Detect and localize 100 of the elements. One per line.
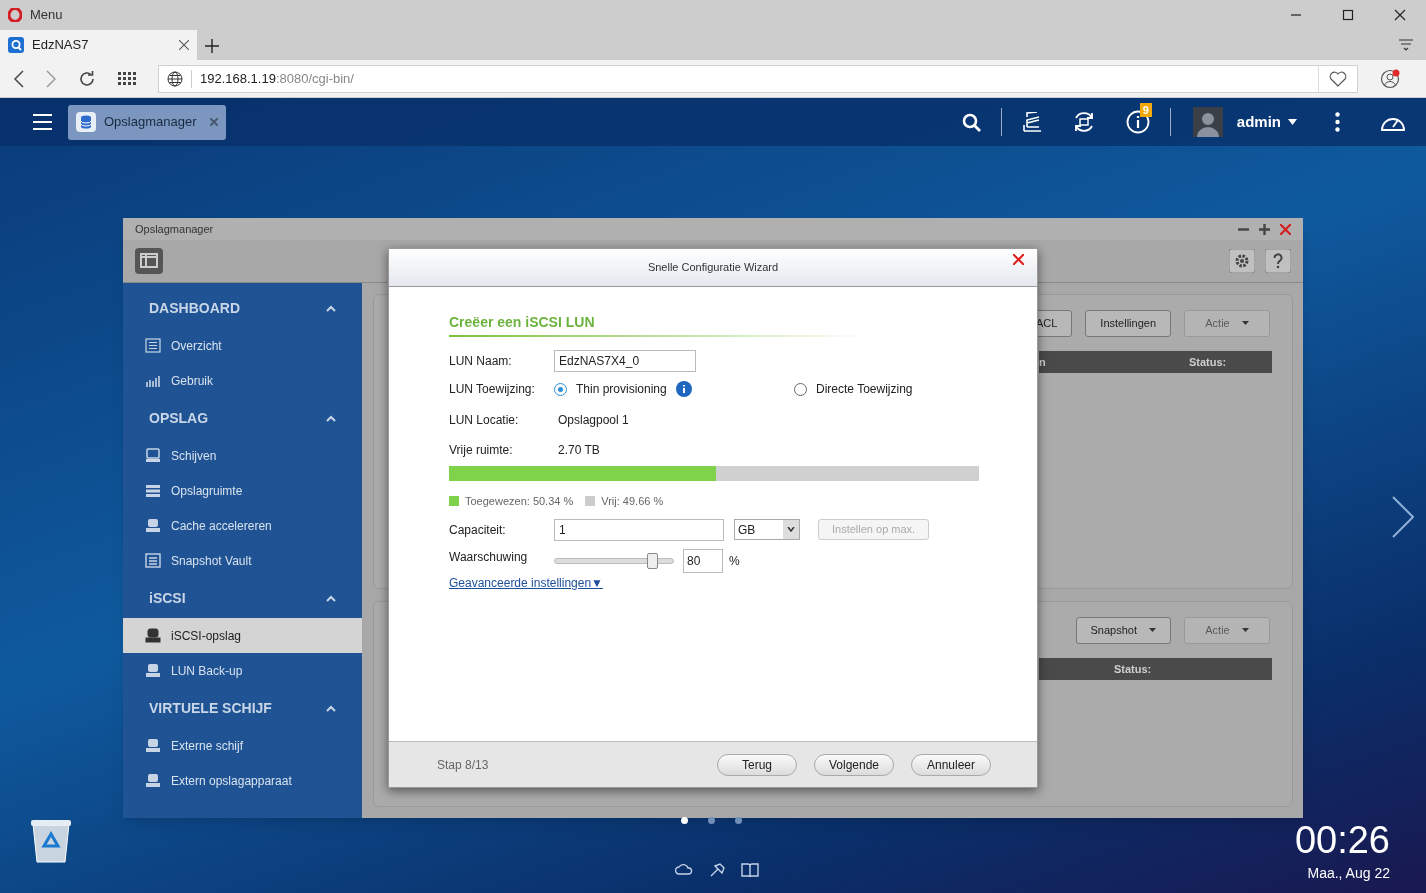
item-icon [145, 628, 161, 643]
slider-thumb[interactable] [647, 552, 659, 569]
chevron-icon[interactable] [326, 414, 336, 422]
maximize-icon[interactable] [1259, 223, 1270, 235]
help-icon[interactable] [1265, 249, 1291, 273]
close-icon[interactable] [1013, 254, 1024, 265]
cloud-icon[interactable] [675, 863, 693, 875]
dialog-button[interactable]: Annuleer [911, 753, 991, 776]
more-icon[interactable] [1335, 112, 1340, 132]
close-icon[interactable] [179, 40, 189, 50]
dialog-button[interactable]: Terug [717, 753, 797, 776]
caret-icon[interactable] [1288, 119, 1297, 125]
reload-icon[interactable] [78, 69, 96, 88]
section-heading: OPSLAG [149, 408, 210, 428]
database-icon [76, 112, 96, 132]
url-text: 192.168.1.19:8080/cgi-bin/ [200, 69, 354, 88]
field-label: Waarschuwing [449, 548, 529, 566]
field-label: Capaciteit: [449, 521, 507, 539]
back-icon[interactable] [14, 69, 24, 88]
item-icon [145, 338, 161, 353]
sidebar-item[interactable]: iSCSI-opslag [123, 618, 362, 653]
menu-label[interactable]: Menu [30, 5, 63, 25]
caret-icon [787, 527, 795, 532]
location-value: Opslagpool 1 [558, 412, 629, 429]
heart-icon[interactable] [1329, 70, 1347, 87]
maximize-icon[interactable] [1342, 9, 1354, 21]
input-field[interactable]: 1 [554, 518, 724, 541]
browser-tab[interactable]: EdzNAS7 [0, 30, 197, 60]
item-icon [145, 553, 161, 568]
user-menu[interactable]: admin [1236, 110, 1281, 134]
column-header: Status: [1189, 354, 1227, 370]
sidebar-item[interactable]: Extern opslagapparaat [123, 763, 362, 798]
step-label: Stap 8/13 [437, 756, 490, 774]
next-page-icon[interactable] [1392, 496, 1414, 538]
column-header: n [1039, 354, 1047, 370]
chevron-icon[interactable] [326, 704, 336, 712]
speed-dial-icon[interactable] [118, 71, 136, 86]
notification-badge: 9 [1139, 103, 1152, 117]
sidebar-item[interactable]: Cache accelereren [123, 508, 362, 543]
unit-dropdown[interactable]: GB [734, 519, 800, 540]
stack-icon[interactable] [1021, 112, 1042, 132]
item-icon [145, 663, 161, 678]
window-title: Opslagmanager [135, 221, 214, 237]
layout-toggle-icon[interactable] [135, 248, 163, 274]
menu-icon[interactable] [33, 114, 52, 130]
hammer-icon[interactable] [709, 863, 725, 877]
forward-icon[interactable] [46, 69, 56, 88]
item-icon [145, 738, 161, 753]
tab-title: EdzNAS7 [32, 36, 90, 55]
input-field[interactable]: EdzNAS7X4_0 [554, 350, 696, 372]
sidebar-item[interactable]: Opslagruimte [123, 473, 362, 508]
item-icon [145, 518, 161, 533]
date-label: Maa., Aug 22 [1307, 864, 1390, 883]
slider[interactable] [554, 552, 674, 569]
sidebar-item[interactable]: LUN Back-up [123, 653, 362, 688]
column-header: Status: [1114, 661, 1152, 677]
legend-label: Toegewezen: 50.34 % [465, 494, 574, 509]
browser-logo-icon[interactable] [8, 8, 22, 22]
tab-favicon-icon [8, 37, 24, 53]
clock: 00:26 [1294, 820, 1390, 860]
toolbar-button[interactable]: Snapshot [1075, 616, 1171, 644]
address-field[interactable]: 192.168.1.19:8080/cgi-bin/ [158, 64, 1358, 93]
field-label: LUN Locatie: [449, 412, 520, 429]
sidebar-item[interactable]: Gebruik [123, 363, 362, 398]
sidebar-item[interactable]: Overzicht [123, 328, 362, 363]
toolbar-button[interactable]: Instellingen [1085, 309, 1171, 337]
advanced-settings-link[interactable]: Geavanceerde instellingen▼ [449, 573, 603, 592]
book-icon[interactable] [741, 863, 759, 877]
settings-icon[interactable] [1229, 249, 1255, 273]
app-tab-label: Opslagmanager [104, 113, 198, 132]
sidebar-item[interactable]: Schijven [123, 438, 362, 473]
chevron-icon[interactable] [326, 304, 336, 312]
field-label: Vrije ruimte: [449, 442, 514, 459]
chevron-icon[interactable] [326, 594, 336, 602]
sidebar-item[interactable]: Externe schijf [123, 728, 362, 763]
input-field[interactable]: 80 [683, 548, 723, 573]
info-icon[interactable] [675, 381, 692, 397]
new-tab-icon[interactable] [205, 39, 219, 53]
app-tab[interactable]: Opslagmanager [68, 104, 226, 140]
section-heading: iSCSI [149, 588, 187, 608]
item-icon [145, 448, 161, 463]
item-icon [145, 373, 161, 388]
sidebar-item[interactable]: Snapshot Vault [123, 543, 362, 578]
field-label: LUN Naam: [449, 353, 513, 370]
close-icon[interactable] [1394, 9, 1406, 21]
globe-icon [167, 70, 183, 87]
dialog-title: Snelle Configuratie Wizard [647, 260, 779, 276]
dialog-heading: Creëer een iSCSI LUN [449, 312, 869, 337]
field-label: LUN Toewijzing: [449, 381, 536, 398]
section-heading: DASHBOARD [149, 298, 241, 318]
unit-label: % [729, 552, 740, 570]
account-icon[interactable] [1380, 68, 1400, 89]
item-icon [145, 483, 161, 498]
radio-label[interactable]: Directe Toewijzing [816, 380, 913, 398]
tab-menu-icon[interactable] [1399, 39, 1413, 52]
search-icon[interactable] [961, 112, 981, 132]
legend-label: Vrij: 49.66 % [601, 494, 664, 509]
dialog-button[interactable]: Volgende [814, 753, 894, 776]
avatar[interactable] [1192, 107, 1223, 137]
radio-label[interactable]: Thin provisioning [576, 380, 667, 398]
